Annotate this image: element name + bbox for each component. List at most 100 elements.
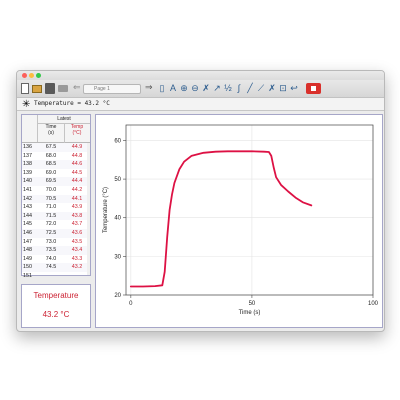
x-tick-label: 100 <box>368 301 379 307</box>
table-row[interactable]: 136 67.5 44.9 <box>22 143 90 152</box>
table-row[interactable]: 138 68.5 44.6 <box>22 160 90 169</box>
y-tick-label: 40 <box>114 216 121 222</box>
x-tick-label: 0 <box>129 301 133 307</box>
row-index: 147 <box>23 238 32 245</box>
table-row[interactable]: 141 70.0 44.2 <box>22 186 90 195</box>
graph-panel[interactable]: 0 50 100 20 30 40 50 60 Time (s) Temperature (°C) <box>95 114 383 328</box>
row-index: 142 <box>23 195 32 202</box>
cell-time: 72.5 <box>45 229 57 236</box>
x-tick-label: 50 <box>249 301 256 307</box>
y-tick-label: 20 <box>114 293 121 299</box>
table-header: Latest Time (s) Temp (°C) <box>22 115 90 143</box>
table-row[interactable]: 150 74.5 43.2 <box>22 263 90 272</box>
next-page-icon[interactable]: ⇒ <box>145 82 153 93</box>
y-tick-label: 50 <box>114 177 121 183</box>
row-index: 146 <box>23 229 32 236</box>
table-row[interactable]: 144 71.5 43.8 <box>22 211 90 221</box>
cell-time: 69.5 <box>45 178 57 185</box>
cell-time: 73.5 <box>45 247 57 254</box>
linear-fit-icon[interactable]: ⟋ <box>256 83 266 94</box>
row-index: 138 <box>23 161 32 168</box>
save-icon[interactable] <box>45 83 55 94</box>
table-row[interactable]: 148 73.5 43.4 <box>22 246 90 255</box>
examine-icon[interactable]: ✗ <box>201 83 211 94</box>
row-index: 141 <box>23 186 32 193</box>
stop-icon <box>311 86 316 91</box>
autoscale-icon[interactable]: ⊡ <box>278 83 288 94</box>
integral-icon[interactable]: ∫ <box>234 83 244 94</box>
meter-value: 43.2 °C <box>42 310 70 319</box>
y-tick-label: 60 <box>114 138 121 144</box>
tangent-icon[interactable]: ↗ <box>212 83 222 94</box>
cell-time: 70.5 <box>45 195 57 202</box>
stop-collection-button[interactable] <box>306 83 321 94</box>
table-scrollbar[interactable] <box>87 143 90 275</box>
cell-time: 73.0 <box>45 238 57 245</box>
row-index: 137 <box>23 152 32 159</box>
text-icon[interactable]: A <box>168 83 178 94</box>
statistics-icon[interactable]: ½ <box>223 83 233 94</box>
table-row[interactable]: 147 73.0 43.5 <box>22 238 90 247</box>
table-group-header: Latest <box>57 116 71 122</box>
column-header-temp[interactable]: Temp (°C) <box>64 124 90 136</box>
column-header-time[interactable]: Time (s) <box>38 124 64 136</box>
temperature-graph[interactable]: 0 50 100 20 30 40 50 60 Time (s) Temperature (°C) <box>96 115 384 329</box>
zoom-in-icon[interactable]: ⊕ <box>179 83 189 94</box>
page-select[interactable]: Page 1 <box>83 84 141 94</box>
cell-time: 71.5 <box>45 212 57 219</box>
title-bar <box>17 71 384 80</box>
table-row[interactable]: 140 69.5 44.4 <box>22 177 90 186</box>
cell-time: 70.0 <box>45 186 57 193</box>
row-index: 145 <box>23 221 32 228</box>
row-index: 143 <box>23 204 32 211</box>
table-row[interactable]: 146 72.5 43.6 <box>22 228 90 238</box>
row-index: 136 <box>23 144 32 150</box>
curve-fit-icon[interactable]: ╱ <box>245 83 255 94</box>
y-axis-title: Temperature (°C) <box>103 187 109 233</box>
collect-icon[interactable]: ↩ <box>289 83 299 94</box>
table-row[interactable]: 145 72.0 43.7 <box>22 220 90 229</box>
row-index: 144 <box>23 212 32 219</box>
print-icon[interactable] <box>58 85 68 92</box>
table-row[interactable]: 143 71.0 43.9 <box>22 203 90 212</box>
sensor-icon: ✳ <box>22 99 31 110</box>
app-window: ⇐ Page 1 ⇒ ▯ A ⊕ ⊖ ✗ ↗ ½ ∫ ╱ ⟋ ✗ ⊡ ↩ ✳ Temperature =… <box>16 70 385 332</box>
cell-time: 74.0 <box>45 255 57 262</box>
cell-time: 74.5 <box>45 264 57 271</box>
row-index: 148 <box>23 247 32 254</box>
row-index: 140 <box>23 178 32 185</box>
close-window-button[interactable] <box>22 73 27 78</box>
x-axis-title: Time (s) <box>239 310 261 316</box>
table-row[interactable]: 149 74.0 43.3 <box>22 255 90 264</box>
zoom-out-icon[interactable]: ⊖ <box>190 83 200 94</box>
temperature-series-line[interactable] <box>129 150 313 288</box>
y-tick-label: 30 <box>114 254 121 260</box>
data-browser-icon[interactable]: ▯ <box>157 83 167 94</box>
previous-page-icon[interactable]: ⇐ <box>73 82 81 93</box>
cell-time: 72.0 <box>45 221 57 228</box>
new-file-icon[interactable] <box>21 83 29 94</box>
cell-time: 71.0 <box>45 204 57 211</box>
row-index: 151 <box>23 272 32 279</box>
meter-label: Temperature <box>33 291 79 300</box>
maximize-window-button[interactable] <box>36 73 41 78</box>
data-table[interactable]: Latest Time (s) Temp (°C) 136 67.5 44.9 137… <box>21 114 91 279</box>
row-index: 139 <box>23 169 32 176</box>
open-folder-icon[interactable] <box>32 85 42 93</box>
cell-time: 68.5 <box>45 161 57 168</box>
toolbar: ⇐ Page 1 ⇒ ▯ A ⊕ ⊖ ✗ ↗ ½ ∫ ╱ ⟋ ✗ ⊡ ↩ <box>17 80 384 98</box>
table-row[interactable]: 142 70.5 44.1 <box>22 194 90 204</box>
model-icon[interactable]: ✗ <box>267 83 277 94</box>
table-row[interactable]: 137 68.0 44.8 <box>22 152 90 161</box>
cell-time: 68.0 <box>45 152 57 159</box>
sensor-readout: Temperature = 43.2 °C <box>34 100 110 107</box>
cell-time: 69.0 <box>45 169 57 176</box>
table-body: 136 67.5 44.9 137 68.0 44.8 138 68.5 44.6 139 69.0… <box>22 143 90 281</box>
temperature-meter[interactable]: Temperature 43.2 °C <box>21 284 91 328</box>
cell-time: 67.5 <box>45 144 57 150</box>
table-row[interactable]: 139 69.0 44.5 <box>22 169 90 178</box>
status-bar: ✳ Temperature = 43.2 °C <box>17 98 384 111</box>
minimize-window-button[interactable] <box>29 73 34 78</box>
row-index: 149 <box>23 255 32 262</box>
table-row[interactable]: 151 <box>22 272 90 281</box>
